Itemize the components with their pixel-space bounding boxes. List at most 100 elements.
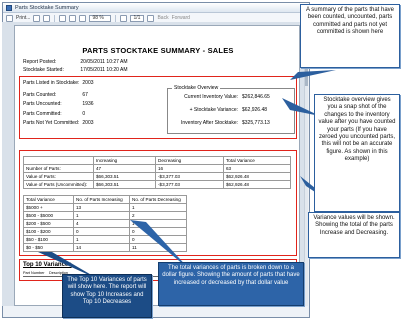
table-row: Value of Parts: $66,303.51 -$3,377.03 $6… xyxy=(23,172,291,181)
table-header: Increasing xyxy=(93,156,156,165)
table-cell: $100 - $200 xyxy=(23,227,74,236)
table-cell: 47 xyxy=(93,164,156,173)
table-cell: $200 - $500 xyxy=(23,219,74,228)
table-cell: $500 - $5000 xyxy=(23,211,74,220)
table-cell: 63 xyxy=(223,164,291,173)
report-posted-value: 20/05/2011 10:27 AM xyxy=(80,59,128,65)
table-cell: 0 xyxy=(73,227,130,236)
title-bar: Parts Stocktake Summary xyxy=(3,3,309,13)
single-page-icon[interactable] xyxy=(59,14,67,22)
stocktake-overview: Stocktake Overview Current Inventory Val… xyxy=(167,85,295,134)
back-button[interactable]: Back xyxy=(157,15,168,21)
table-cell: -$3,377.03 xyxy=(155,180,224,189)
toolbar-divider xyxy=(54,14,56,22)
table-row: $200 - $500 4 1 xyxy=(23,219,187,228)
table-cell: Value of Parts (Uncommitted): xyxy=(23,180,94,189)
table-row: $0 - $50 14 11 xyxy=(23,243,187,252)
stocktake-started-label: Stocktake Started: xyxy=(23,67,64,73)
parts-counted-value: 67 xyxy=(82,92,88,98)
table-cell: 2 xyxy=(129,211,187,220)
table-cell: 0 xyxy=(129,235,187,244)
page-number-input[interactable]: 1/1 xyxy=(130,14,145,22)
window-title: Parts Stocktake Summary xyxy=(15,4,79,11)
table-cell: Number of Parts: xyxy=(23,164,94,173)
table-row: Total Variance No. of Parts Increasing N… xyxy=(23,195,187,204)
stocktake-started-row: Stocktake Started: 17/05/2011 10:20 AM xyxy=(23,67,128,73)
stocktake-variance-label: + Stocktake Variance: xyxy=(189,107,238,113)
table-row: Increasing Decreasing Total Variance xyxy=(23,156,291,165)
report-posted-row: Report Posted: 20/05/2011 10:27 AM xyxy=(23,59,128,65)
parts-listed-value: 2003 xyxy=(82,80,94,86)
parts-listed-label: Parts Listed in Stocktake: xyxy=(23,80,80,86)
variance-breakdown-table: Total Variance No. of Parts Increasing N… xyxy=(23,195,187,252)
stocktake-started-value: 17/05/2011 10:20 AM xyxy=(80,67,128,73)
summary-callout: A summary of the parts that have been co… xyxy=(300,4,400,68)
table-cell: $5000 + xyxy=(23,203,74,212)
table-cell: 1 xyxy=(73,235,130,244)
parts-uncounted-label: Parts Uncounted: xyxy=(23,101,62,107)
table-cell: $50 - $100 xyxy=(23,235,74,244)
table-cell: 0 xyxy=(129,227,187,236)
table-cell: 1 xyxy=(73,211,130,220)
table-cell: 16 xyxy=(155,164,224,173)
app-icon xyxy=(6,4,12,11)
parts-not-committed-label: Parts Not Yet Committed: xyxy=(23,120,80,126)
inventory-after-label: Inventory After Stocktake: xyxy=(181,120,238,126)
table-cell: 14 xyxy=(73,243,130,252)
table-cell: 11 xyxy=(129,243,187,252)
table-row: $100 - $200 0 0 xyxy=(23,227,187,236)
parts-committed-row: Parts Committed: 0 xyxy=(23,111,85,117)
table-header xyxy=(23,156,94,165)
variance-callout: Variance values will be shown. Showing t… xyxy=(308,212,400,258)
parts-uncounted-value: 1936 xyxy=(82,101,94,107)
parts-counted-label: Parts Counted: xyxy=(23,92,57,98)
report-posted-label: Report Posted: xyxy=(23,59,57,65)
inventory-after-value: $325,773.13 xyxy=(242,120,270,126)
overview-callout: Stocktake overview gives you a snap shot… xyxy=(314,94,400,212)
column-header: Part Number xyxy=(23,271,45,275)
report-title: PARTS STOCKTAKE SUMMARY - SALES xyxy=(82,46,234,55)
table-row: Number of Parts: 47 16 63 xyxy=(23,164,291,173)
toolbar-divider xyxy=(115,14,117,22)
table-header: No. of Parts Decreasing xyxy=(129,195,187,204)
parts-listed-row: Parts Listed in Stocktake: 2003 xyxy=(23,80,94,86)
current-inventory-label: Current Inventory Value: xyxy=(184,94,238,100)
prev-page-icon[interactable] xyxy=(120,14,128,22)
forward-button[interactable]: Forward xyxy=(172,15,190,21)
top10-callout: The Top 10 Variances of parts will show … xyxy=(62,274,152,318)
table-header: Decreasing xyxy=(155,156,224,165)
table-cell: Value of Parts: xyxy=(23,172,94,181)
copy-icon[interactable] xyxy=(33,14,41,22)
page-setup-icon[interactable] xyxy=(6,14,13,22)
parts-committed-label: Parts Committed: xyxy=(23,111,62,117)
table-cell: $62,926.48 xyxy=(223,180,291,189)
table-cell: $66,303.51 xyxy=(93,172,156,181)
table-cell: 13 xyxy=(73,203,130,212)
next-page-icon[interactable] xyxy=(147,14,155,22)
parts-committed-value: 0 xyxy=(82,111,86,117)
table-cell: 1 xyxy=(129,219,187,228)
table-cell: $0 - $50 xyxy=(23,243,74,252)
parts-not-committed-value: 2003 xyxy=(82,120,94,126)
table-row: Value of Parts (Uncommitted): $66,303.51… xyxy=(23,180,291,189)
zoom-in-icon[interactable] xyxy=(69,14,77,22)
breakdown-callout: The total variances of parts is broken d… xyxy=(158,262,304,306)
parts-counted-row: Parts Counted: 67 xyxy=(23,92,88,98)
table-cell: -$3,377.03 xyxy=(155,172,224,181)
table-cell: $66,303.51 xyxy=(93,180,156,189)
find-icon[interactable] xyxy=(43,14,51,22)
zoom-out-icon[interactable] xyxy=(79,14,87,22)
table-row: $5000 + 13 1 xyxy=(23,203,187,212)
zoom-select[interactable]: 98 % xyxy=(89,14,112,22)
table-row: $50 - $100 1 0 xyxy=(23,235,187,244)
top10-heading: Top 10 Variances xyxy=(23,262,72,268)
stocktake-overview-title: Stocktake Overview xyxy=(172,85,221,91)
table-header: Total Variance xyxy=(223,156,291,165)
print-button[interactable]: Print... xyxy=(16,15,30,21)
parts-not-committed-row: Parts Not Yet Committed: 2003 xyxy=(23,120,94,126)
table-row: $500 - $5000 1 2 xyxy=(23,211,187,220)
table-cell: 1 xyxy=(129,203,187,212)
stocktake-variance-value: $62,926.48 xyxy=(242,107,268,113)
variance-table: Increasing Decreasing Total Variance Num… xyxy=(23,156,291,189)
parts-uncounted-row: Parts Uncounted: 1936 xyxy=(23,101,94,107)
